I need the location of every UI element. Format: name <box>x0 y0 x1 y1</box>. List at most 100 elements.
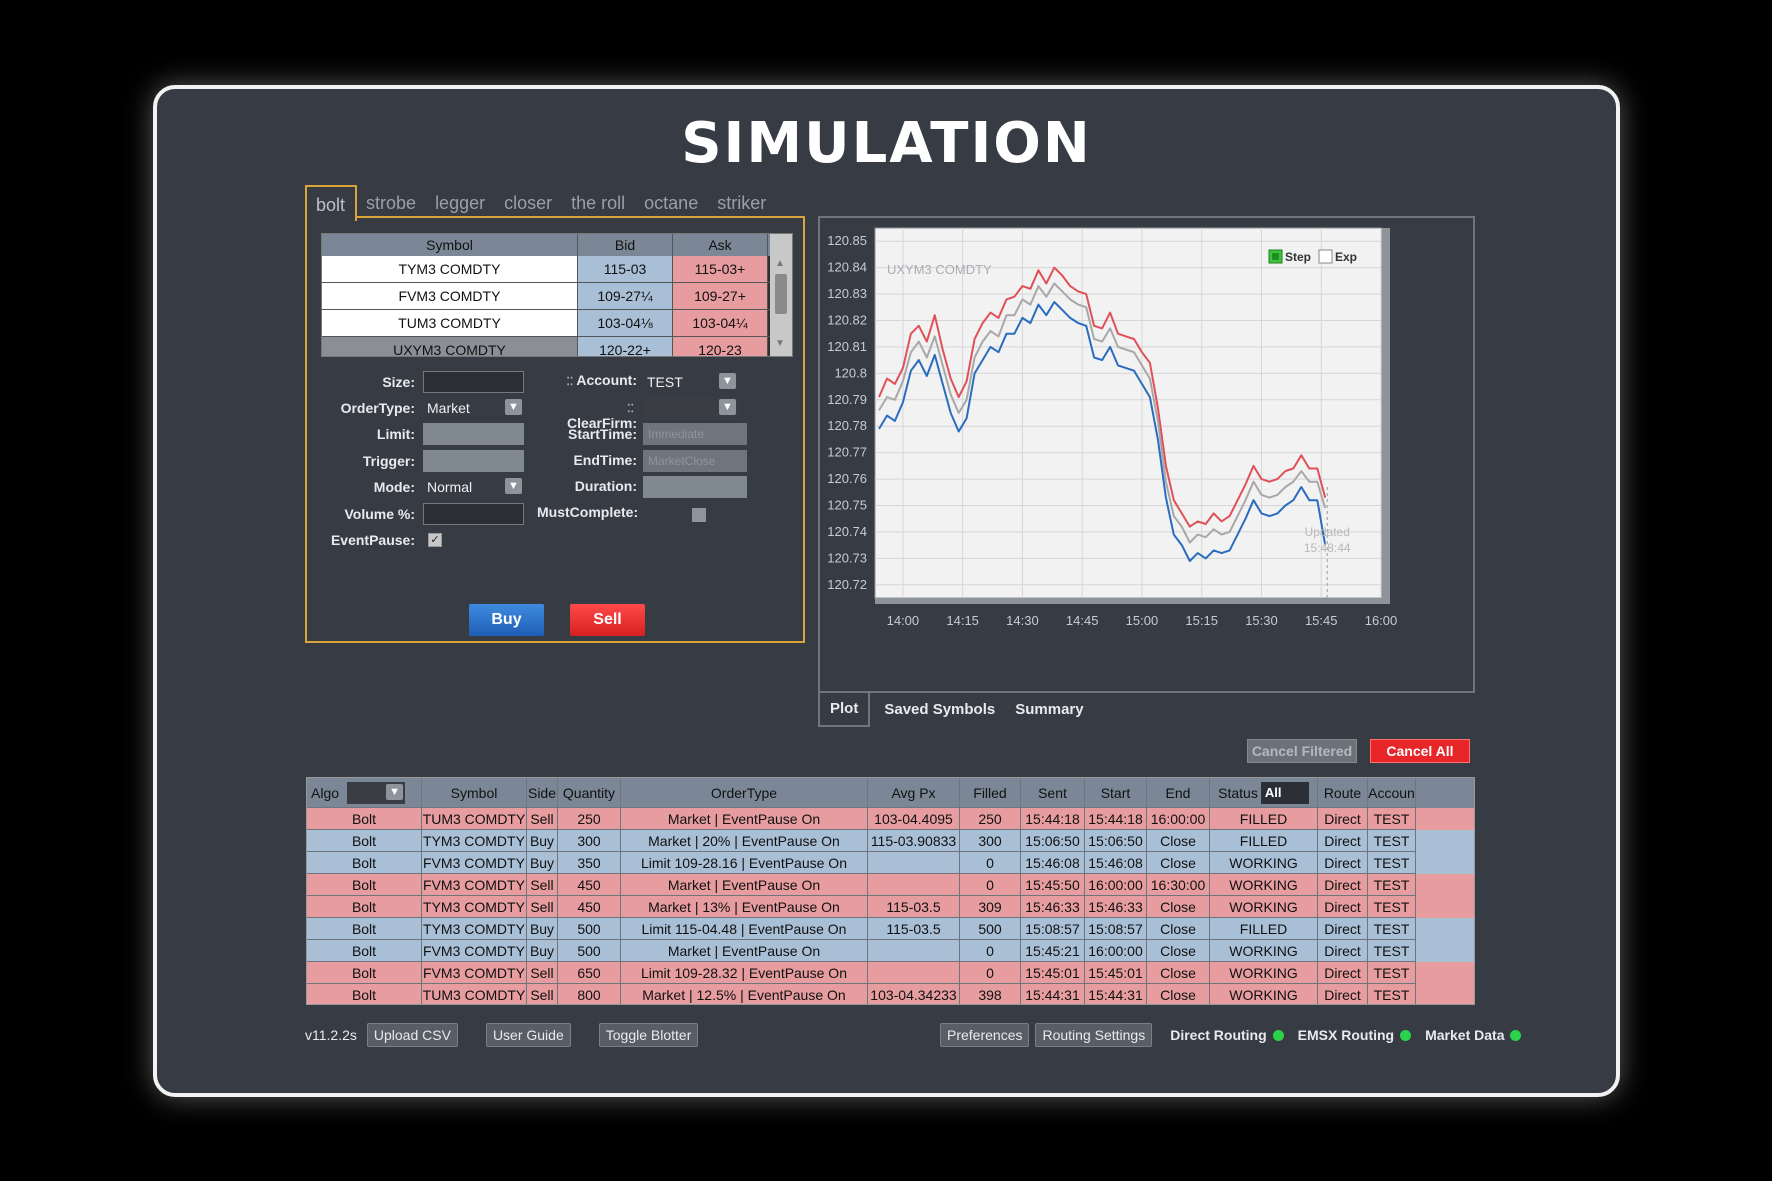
scroll-thumb[interactable] <box>775 274 787 314</box>
cell-algo: Bolt <box>307 984 422 1005</box>
cell-qty: 500 <box>558 918 621 940</box>
table-row[interactable]: BoltFVM3 COMDTYSell650Limit 109-28.32 | … <box>307 962 1474 984</box>
chevron-down-icon[interactable]: ▼ <box>719 373 736 389</box>
cell-status: WORKING <box>1210 896 1318 918</box>
y-tick-label: 120.76 <box>827 471 867 486</box>
tab-saved-symbols[interactable]: Saved Symbols <box>870 693 1009 727</box>
chart-title: UXYM3 COMDTY <box>887 262 992 277</box>
col-algo[interactable]: Algo ▼ <box>307 778 422 808</box>
user-guide-button[interactable]: User Guide <box>486 1023 571 1047</box>
chevron-down-icon[interactable]: ▼ <box>719 399 736 415</box>
quote-header-symbol[interactable]: Symbol <box>322 234 578 256</box>
trigger-input[interactable] <box>423 450 524 472</box>
starttime-input[interactable]: Immediate <box>643 423 747 445</box>
buy-button[interactable]: Buy <box>469 604 544 636</box>
sell-button[interactable]: Sell <box>570 604 645 636</box>
cell-ordertype: Market | 13% | EventPause On <box>621 896 868 918</box>
mustcomplete-checkbox[interactable] <box>692 508 706 522</box>
quote-scrollbar[interactable]: ▲ ▼ <box>770 234 792 356</box>
limit-input[interactable] <box>423 423 524 445</box>
algo-filter-select[interactable]: ▼ <box>347 782 405 804</box>
blotter-header: Algo ▼ Symbol Side Quantity OrderType Av… <box>307 778 1474 808</box>
col-filled[interactable]: Filled <box>960 778 1021 808</box>
table-row[interactable]: BoltFVM3 COMDTYBuy350Limit 109-28.16 | E… <box>307 852 1474 874</box>
cell-side: Sell <box>527 896 558 918</box>
tab-plot[interactable]: Plot <box>818 693 870 727</box>
col-quantity[interactable]: Quantity <box>558 778 621 808</box>
cell-algo: Bolt <box>307 808 422 830</box>
footer-right: Preferences Routing Settings Direct Rout… <box>940 1022 1521 1048</box>
cancel-filtered-button[interactable]: Cancel Filtered <box>1247 739 1357 763</box>
cell-route: Direct <box>1318 808 1368 830</box>
col-ordertype[interactable]: OrderType <box>621 778 868 808</box>
table-row[interactable]: BoltTYM3 COMDTYBuy300Market | 20% | Even… <box>307 830 1474 852</box>
cell-avgpx <box>868 940 960 962</box>
cell-account: TEST <box>1368 918 1416 940</box>
quote-symbol: TYM3 COMDTY <box>322 256 578 282</box>
col-route[interactable]: Route <box>1318 778 1368 808</box>
chevron-down-icon[interactable]: ▼ <box>505 478 522 494</box>
cell-account: TEST <box>1368 852 1416 874</box>
col-symbol[interactable]: Symbol <box>422 778 527 808</box>
cell-qty: 650 <box>558 962 621 984</box>
col-side[interactable]: Side <box>527 778 558 808</box>
cancel-all-button[interactable]: Cancel All <box>1370 739 1470 763</box>
updated-label: Updated <box>1305 525 1350 539</box>
quote-bid: 115-03 <box>578 256 673 282</box>
mode-select[interactable]: Normal ▼ <box>423 476 524 498</box>
ordertype-select[interactable]: Market ▼ <box>423 397 524 419</box>
endtime-input[interactable]: MarketClose <box>643 450 747 472</box>
quote-header-bid[interactable]: Bid <box>578 234 673 256</box>
account-select[interactable]: TEST ▼ <box>643 371 738 393</box>
quote-row[interactable]: UXYM3 COMDTY 120-22+ 120-23 <box>322 337 792 357</box>
eventpause-checkbox[interactable]: ✓ <box>428 533 442 547</box>
table-row[interactable]: BoltTUM3 COMDTYSell250Market | EventPaus… <box>307 808 1474 830</box>
upload-csv-button[interactable]: Upload CSV <box>367 1023 458 1047</box>
cell-ordertype: Market | 20% | EventPause On <box>621 830 868 852</box>
cell-avgpx: 115-03.5 <box>868 896 960 918</box>
cell-filled: 0 <box>960 874 1021 896</box>
col-sent[interactable]: Sent <box>1021 778 1085 808</box>
tab-bolt[interactable]: bolt <box>305 185 357 221</box>
quote-row[interactable]: TUM3 COMDTY 103-04⅛ 103-04¼ <box>322 310 792 337</box>
cell-side: Buy <box>527 830 558 852</box>
cell-sent: 15:45:01 <box>1021 962 1085 984</box>
toggle-blotter-button[interactable]: Toggle Blotter <box>599 1023 699 1047</box>
quote-row[interactable]: FVM3 COMDTY 109-27¼ 109-27+ <box>322 283 792 310</box>
cell-status: WORKING <box>1210 984 1318 1005</box>
table-row[interactable]: BoltTYM3 COMDTYBuy500Limit 115-04.48 | E… <box>307 918 1474 940</box>
duration-label: Duration: <box>557 478 637 494</box>
cell-sent: 15:45:50 <box>1021 874 1085 896</box>
price-chart[interactable]: 14:0014:1514:3014:4515:0015:1515:3015:45… <box>820 218 1473 691</box>
chevron-down-icon[interactable]: ▼ <box>505 399 522 415</box>
cell-route: Direct <box>1318 896 1368 918</box>
cell-symbol: FVM3 COMDTY <box>422 852 527 874</box>
duration-input[interactable] <box>643 476 747 498</box>
preferences-button[interactable]: Preferences <box>940 1023 1029 1047</box>
table-row[interactable]: BoltTUM3 COMDTYSell800Market | 12.5% | E… <box>307 984 1474 1005</box>
col-account[interactable]: Accoun <box>1368 778 1416 808</box>
ordertype-label: OrderType: <box>307 400 415 416</box>
quote-header-ask[interactable]: Ask <box>673 234 768 256</box>
col-start[interactable]: Start <box>1085 778 1147 808</box>
chevron-down-icon[interactable]: ▼ <box>386 784 403 800</box>
table-row[interactable]: BoltFVM3 COMDTYSell450Market | EventPaus… <box>307 874 1474 896</box>
legend-label: Step <box>1285 250 1311 264</box>
scroll-up-icon[interactable]: ▲ <box>775 258 785 269</box>
status-filter-select[interactable]: All <box>1261 782 1309 804</box>
price-chart-panel: 14:0014:1514:3014:4515:0015:1515:3015:45… <box>818 216 1475 693</box>
table-row[interactable]: BoltFVM3 COMDTYBuy500Market | EventPause… <box>307 940 1474 962</box>
col-end[interactable]: End <box>1147 778 1210 808</box>
table-row[interactable]: BoltTYM3 COMDTYSell450Market | 13% | Eve… <box>307 896 1474 918</box>
quote-row[interactable]: TYM3 COMDTY 115-03 115-03+ <box>322 256 792 283</box>
clearfirm-select[interactable]: ▼ <box>643 397 738 419</box>
volume-input[interactable] <box>423 503 524 525</box>
cell-status: WORKING <box>1210 852 1318 874</box>
scroll-down-icon[interactable]: ▼ <box>775 338 785 349</box>
tab-summary[interactable]: Summary <box>1009 693 1097 727</box>
col-status[interactable]: Status All <box>1210 778 1318 808</box>
routing-settings-button[interactable]: Routing Settings <box>1035 1023 1152 1047</box>
size-input[interactable] <box>423 371 524 393</box>
y-tick-label: 120.8 <box>834 365 867 380</box>
col-avgpx[interactable]: Avg Px <box>868 778 960 808</box>
